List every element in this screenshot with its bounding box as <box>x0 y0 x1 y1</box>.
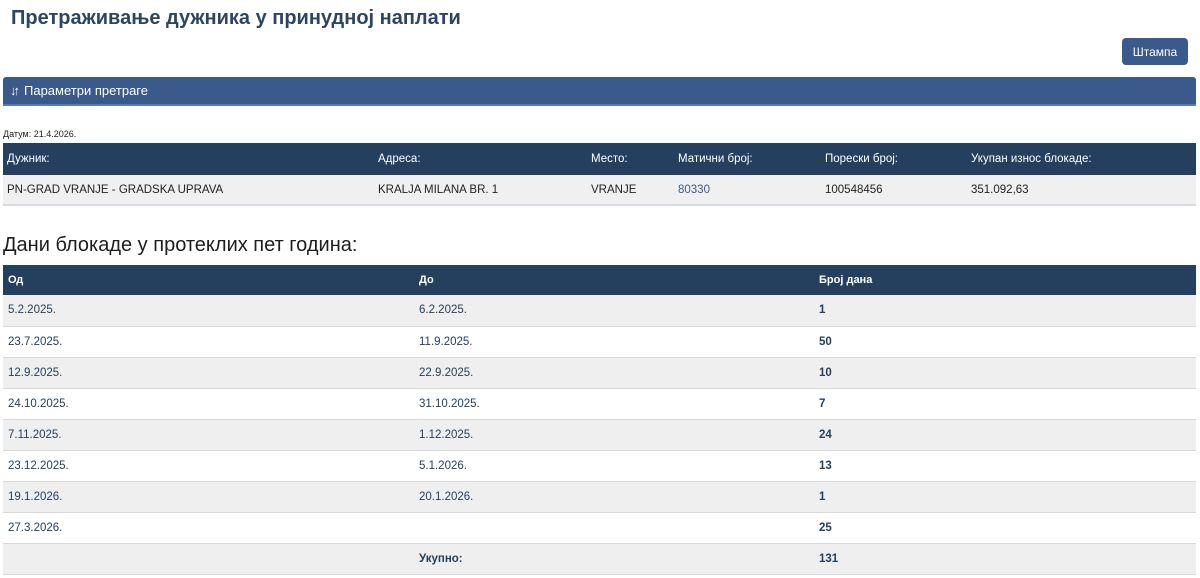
table-row: 27.3.2026. 25 <box>3 512 1196 544</box>
sort-arrows-icon: ↓↑ <box>10 83 20 98</box>
header-place: Место: <box>587 143 674 175</box>
header-total-amount: Укупан износ блокаде: <box>967 143 1196 175</box>
row-to: 20.1.2026. <box>414 481 814 513</box>
table-row: 19.1.2026. 20.1.2026. 1 <box>3 481 1196 513</box>
debtor-place: VRANJE <box>587 175 674 206</box>
total-row: Укупно: 131 <box>3 543 1196 575</box>
row-to: 11.9.2025. <box>414 326 814 358</box>
row-days: 1 <box>814 295 1196 327</box>
total-days: 131 <box>814 543 1196 575</box>
header-tax-no: Порески број: <box>821 143 967 175</box>
debtor-name: PN-GRAD VRANJE - GRADSKA UPRAVA <box>3 175 374 206</box>
row-from: 19.1.2026. <box>3 481 414 513</box>
header-debtor: Дужник: <box>3 143 374 175</box>
debtor-total-amount: 351.092,63 <box>967 175 1196 206</box>
header-to: До <box>414 265 814 295</box>
row-days: 10 <box>814 357 1196 389</box>
debtor-table-header: Дужник: Адреса: Место: Матични број: Пор… <box>3 143 1196 175</box>
debtor-tax-no: 100548456 <box>821 175 967 206</box>
header-reg-no: Матични број: <box>674 143 821 175</box>
debtor-row: PN-GRAD VRANJE - GRADSKA UPRAVA KRALJA M… <box>3 175 1196 206</box>
row-from: 27.3.2026. <box>3 512 414 544</box>
row-from: 24.10.2025. <box>3 388 414 420</box>
blockade-table-header: Од До Број дана <box>3 265 1196 295</box>
row-from: 12.9.2025. <box>3 357 414 389</box>
row-from: 5.2.2025. <box>3 295 414 327</box>
search-parameters-label: Параметри претраге <box>24 83 148 98</box>
row-to: 31.10.2025. <box>414 388 814 420</box>
row-days: 7 <box>814 388 1196 420</box>
print-button[interactable]: Штампа <box>1122 38 1188 65</box>
table-row: 24.10.2025. 31.10.2025. 7 <box>3 388 1196 420</box>
header-from: Од <box>3 265 414 295</box>
total-label: Укупно: <box>414 543 814 575</box>
table-row: 7.11.2025. 1.12.2025. 24 <box>3 419 1196 451</box>
debtor-table: Дужник: Адреса: Место: Матични број: Пор… <box>3 143 1196 206</box>
row-from: 23.12.2025. <box>3 450 414 482</box>
row-days: 24 <box>814 419 1196 451</box>
search-parameters-toggle[interactable]: ↓↑ Параметри претраге <box>3 77 1196 106</box>
row-to: 22.9.2025. <box>414 357 814 389</box>
blockade-days-title: Дани блокаде у протеклих пет година: <box>3 234 358 256</box>
table-row: 23.7.2025. 11.9.2025. 50 <box>3 326 1196 358</box>
row-days: 50 <box>814 326 1196 358</box>
report-date: Датум: 21.4.2026. <box>3 129 77 139</box>
row-from: 7.11.2025. <box>3 419 414 451</box>
table-row: 23.12.2025. 5.1.2026. 13 <box>3 450 1196 482</box>
row-to: 1.12.2025. <box>414 419 814 451</box>
page-title: Претраживање дужника у принудној наплати <box>11 7 461 29</box>
table-row: 5.2.2025. 6.2.2025. 1 <box>3 295 1196 327</box>
blockade-days-table: Од До Број дана 5.2.2025. 6.2.2025. 1 23… <box>3 265 1196 575</box>
debtor-reg-no-link[interactable]: 80330 <box>674 175 821 206</box>
header-address: Адреса: <box>374 143 587 175</box>
row-to: 6.2.2025. <box>414 295 814 327</box>
row-days: 25 <box>814 512 1196 544</box>
row-to <box>414 512 814 544</box>
row-from: 23.7.2025. <box>3 326 414 358</box>
row-to: 5.1.2026. <box>414 450 814 482</box>
table-row: 12.9.2025. 22.9.2025. 10 <box>3 357 1196 389</box>
row-days: 1 <box>814 481 1196 513</box>
total-empty-cell <box>3 543 414 575</box>
header-days: Број дана <box>814 265 1196 295</box>
row-days: 13 <box>814 450 1196 482</box>
debtor-address: KRALJA MILANA BR. 1 <box>374 175 587 206</box>
